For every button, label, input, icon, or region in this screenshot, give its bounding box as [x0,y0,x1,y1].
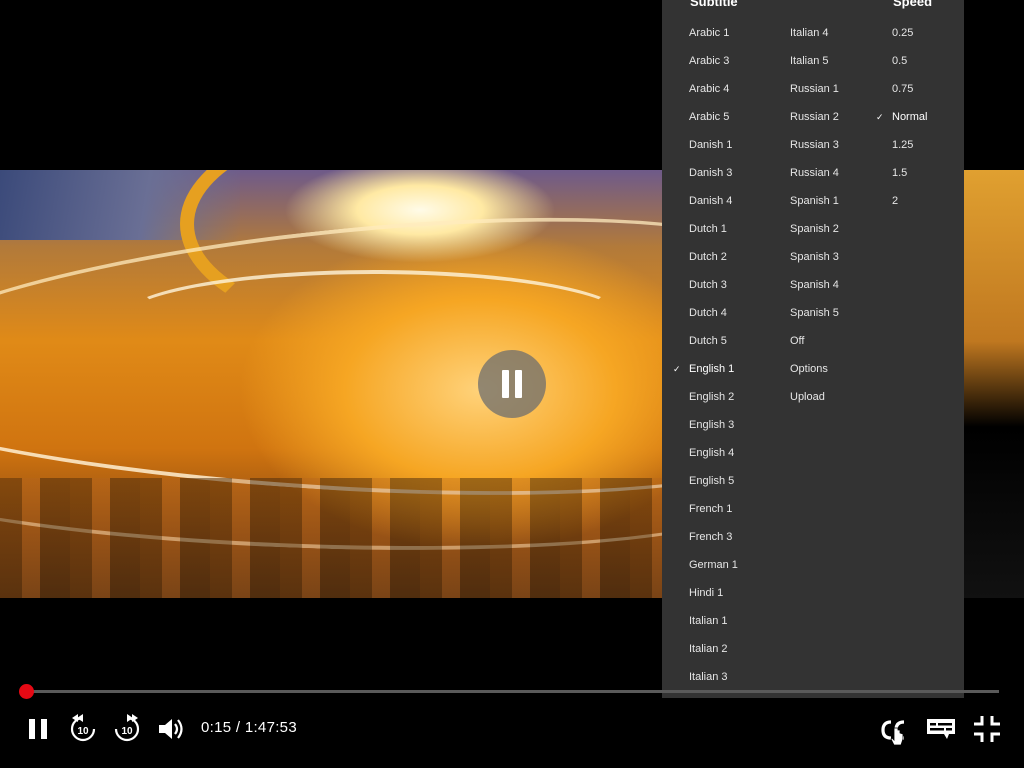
subtitle-option-arabic-4[interactable]: Arabic 4 [689,75,729,103]
subtitle-option-italian-3[interactable]: Italian 3 [689,663,728,691]
subtitle-option-dutch-1[interactable]: Dutch 1 [689,215,727,243]
subtitle-option-danish-1[interactable]: Danish 1 [689,131,732,159]
subtitle-option-russian-3[interactable]: Russian 3 [790,131,839,159]
forward-10-icon: 10 [114,714,140,742]
subtitle-option-options[interactable]: Options [790,355,828,383]
closed-captions-icon [881,720,905,746]
subtitle-option-english-1[interactable]: English 1 [689,355,734,383]
volume-button[interactable] [156,714,188,744]
subtitle-option-spanish-2[interactable]: Spanish 2 [790,215,839,243]
speed-option-0.75[interactable]: 0.75 [892,75,913,103]
exit-fullscreen-icon [974,716,1000,742]
video-right-edge [964,170,1024,598]
forward-button[interactable]: 10 [110,712,144,746]
subtitle-option-danish-4[interactable]: Danish 4 [689,187,732,215]
subtitle-option-danish-3[interactable]: Danish 3 [689,159,732,187]
volume-icon [159,719,183,739]
subtitle-option-german-1[interactable]: German 1 [689,551,738,579]
subtitle-option-spanish-4[interactable]: Spanish 4 [790,271,839,299]
subtitle-option-italian-1[interactable]: Italian 1 [689,607,728,635]
duration: 1:47:53 [244,719,297,736]
speed-option-2[interactable]: 2 [892,187,898,215]
subtitle-option-english-2[interactable]: English 2 [689,383,734,411]
subtitle-option-italian-2[interactable]: Italian 2 [689,635,728,663]
video-light-band [120,270,628,368]
subtitle-option-dutch-4[interactable]: Dutch 4 [689,299,727,327]
subtitle-option-off[interactable]: Off [790,327,804,355]
progress-scrubber[interactable] [19,684,34,699]
selected-check-icon: ✓ [876,112,884,122]
subtitle-option-spanish-1[interactable]: Spanish 1 [790,187,839,215]
subtitle-option-french-1[interactable]: French 1 [689,495,732,523]
subtitle-option-upload[interactable]: Upload [790,383,825,411]
center-pause-button[interactable] [478,350,546,418]
speed-option-1.25[interactable]: 1.25 [892,131,913,159]
subtitle-option-italian-5[interactable]: Italian 5 [790,47,829,75]
selected-check-icon: ✓ [673,364,681,374]
forward-seconds: 10 [121,726,133,737]
captions-button[interactable] [879,714,913,748]
exit-fullscreen-button[interactable] [970,712,1004,746]
pause-icon-bar [502,370,509,398]
subtitle-option-arabic-1[interactable]: Arabic 1 [689,19,729,47]
pause-icon-bar [515,370,522,398]
subtitle-option-french-3[interactable]: French 3 [689,523,732,551]
subtitle-option-english-4[interactable]: English 4 [689,439,734,467]
pause-icon [29,719,47,739]
rewind-10-icon: 10 [70,714,96,742]
subtitle-option-italian-4[interactable]: Italian 4 [790,19,829,47]
subtitle-option-arabic-3[interactable]: Arabic 3 [689,47,729,75]
speed-option-normal[interactable]: Normal [892,103,927,131]
pause-button[interactable] [24,714,52,744]
subtitle-option-arabic-5[interactable]: Arabic 5 [689,103,729,131]
subtitle-option-russian-1[interactable]: Russian 1 [790,75,839,103]
time-display: 0:15 / 1:47:53 [201,719,297,736]
subtitle-option-spanish-5[interactable]: Spanish 5 [790,299,839,327]
subtitles-icon [927,719,955,739]
speed-option-1.5[interactable]: 1.5 [892,159,907,187]
subtitle-option-russian-4[interactable]: Russian 4 [790,159,839,187]
subtitle-option-english-5[interactable]: English 5 [689,467,734,495]
subtitle-speed-menu: Subtitle Speed Arabic 1 Arabic 3 Arabic 4A… [662,0,964,698]
speed-option-0.25[interactable]: 0.25 [892,19,913,47]
time-separator: / [231,719,245,736]
current-time: 0:15 [201,719,232,736]
progress-track[interactable] [26,690,999,693]
subtitle-option-russian-2[interactable]: Russian 2 [790,103,839,131]
rewind-button[interactable]: 10 [66,712,100,746]
subtitle-option-dutch-5[interactable]: Dutch 5 [689,327,727,355]
subtitle-option-spanish-3[interactable]: Spanish 3 [790,243,839,271]
speed-header: Speed [893,0,933,9]
subtitle-option-english-3[interactable]: English 3 [689,411,734,439]
speed-option-0.5[interactable]: 0.5 [892,47,907,75]
subtitles-button[interactable] [924,714,958,744]
subtitle-option-hindi-1[interactable]: Hindi 1 [689,579,723,607]
rewind-seconds: 10 [77,726,89,737]
subtitle-option-dutch-2[interactable]: Dutch 2 [689,243,727,271]
subtitle-header: Subtitle [690,0,738,9]
subtitle-option-dutch-3[interactable]: Dutch 3 [689,271,727,299]
